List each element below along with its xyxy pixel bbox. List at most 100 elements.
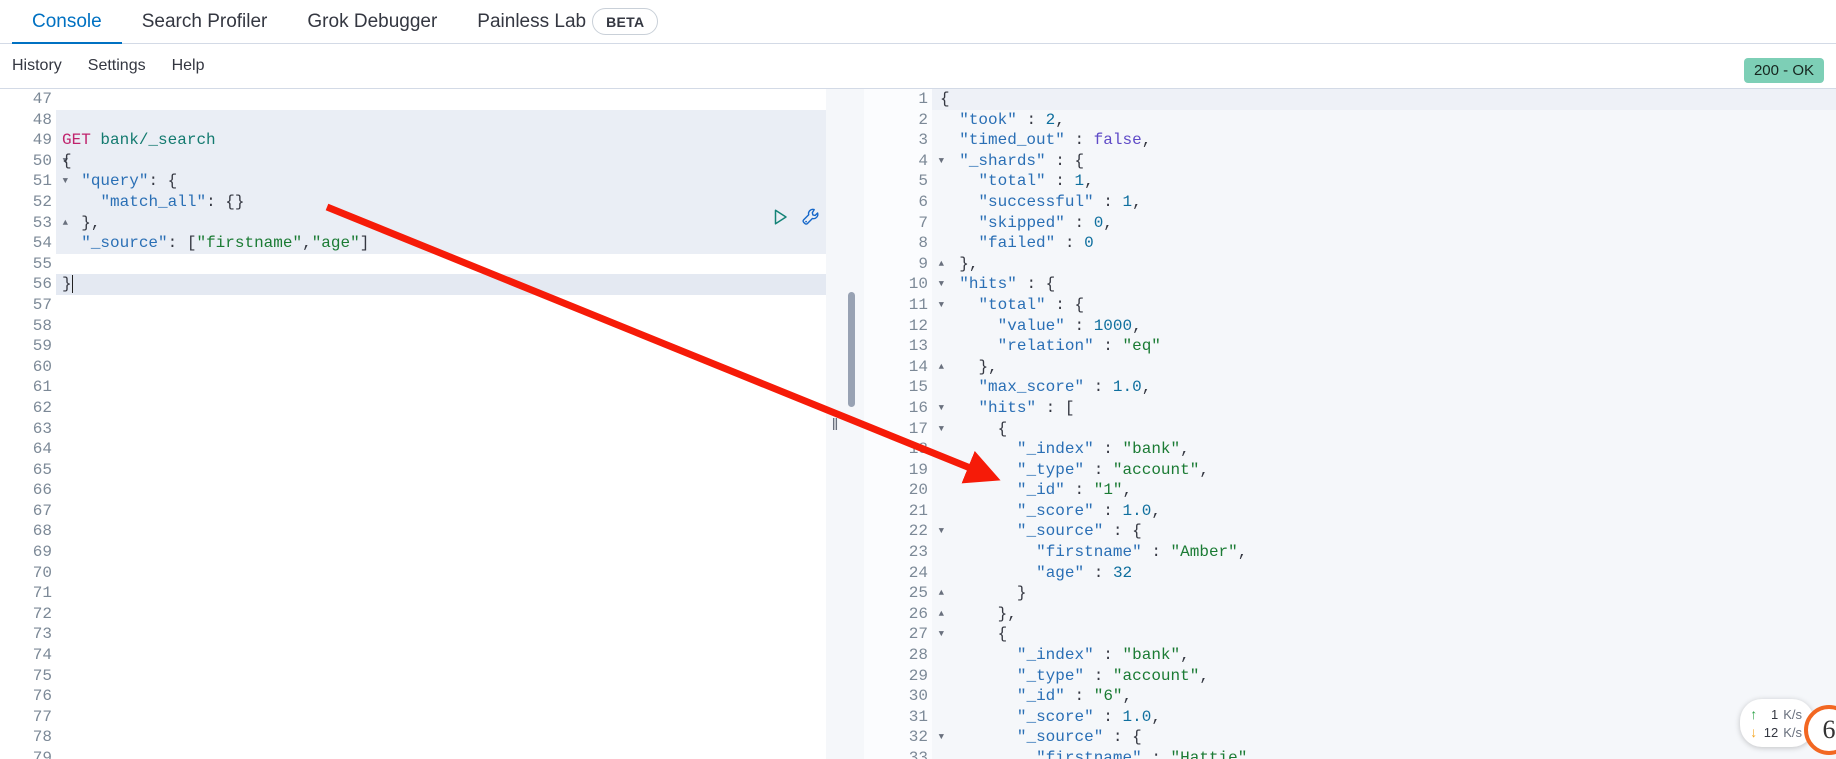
tab-grok-debugger[interactable]: Grok Debugger xyxy=(287,0,457,44)
line-number: 32 ▼ xyxy=(908,728,944,747)
code-line[interactable]: "age" : 32 xyxy=(932,563,1836,584)
line-number: 65 xyxy=(32,460,52,479)
code-line[interactable]: "_id" : "1", xyxy=(932,480,1836,501)
code-line[interactable]: }, xyxy=(932,357,1836,378)
play-icon[interactable] xyxy=(772,208,789,226)
console-panels: 47484950▼51▼5253▲545556▲5758596061626364… xyxy=(0,88,1836,759)
line-number: 57 xyxy=(32,295,52,314)
line-number: 29 xyxy=(908,666,928,685)
line-number: 31 xyxy=(908,707,928,726)
code-line[interactable]: "value" : 1000, xyxy=(932,316,1836,337)
code-line[interactable]: "timed_out" : false, xyxy=(932,130,1836,151)
code-line[interactable]: "_type" : "account", xyxy=(932,460,1836,481)
line-number: 21 xyxy=(908,501,928,520)
subnav-item-settings[interactable]: Settings xyxy=(88,57,146,75)
tab-console-label: Console xyxy=(32,10,102,32)
upload-value: 1 xyxy=(1770,706,1779,722)
code-line[interactable]: "skipped" : 0, xyxy=(932,213,1836,234)
code-line[interactable]: "firstname" : "Amber", xyxy=(932,542,1836,563)
line-number: 24 xyxy=(908,563,928,582)
line-number: 23 xyxy=(908,543,928,562)
code-line[interactable]: "_index" : "bank", xyxy=(932,439,1836,460)
download-value: 12 xyxy=(1763,724,1779,740)
line-number: 20 xyxy=(908,481,928,500)
line-number: 69 xyxy=(32,543,52,562)
response-scrollbar-thumb[interactable] xyxy=(848,292,855,407)
line-number: 22 ▼ xyxy=(908,522,944,541)
code-line[interactable]: "firstname" : "Hattie" xyxy=(932,748,1836,759)
code-line[interactable]: "hits" : { xyxy=(932,274,1836,295)
upload-arrow-icon: ↑ xyxy=(1750,706,1758,722)
code-line[interactable]: }, xyxy=(932,254,1836,275)
code-line[interactable]: "failed" : 0 xyxy=(932,233,1836,254)
kibana-dev-tools-console: Console Search Profiler Grok Debugger Pa… xyxy=(0,0,1836,759)
status-badge: 200 - OK xyxy=(1743,58,1824,83)
panel-resize-handle[interactable]: ‖ xyxy=(826,89,844,759)
code-line[interactable]: "_score" : 1.0, xyxy=(932,707,1836,728)
code-line[interactable]: "took" : 2, xyxy=(932,110,1836,131)
line-number: 71 xyxy=(32,584,52,603)
line-number: 66 xyxy=(32,481,52,500)
line-number: 53 ▲ xyxy=(32,213,68,232)
subnav-item-history[interactable]: History xyxy=(12,57,62,75)
subnav-item-help[interactable]: Help xyxy=(172,57,205,75)
line-number: 49 xyxy=(32,131,52,150)
code-line[interactable]: } xyxy=(932,583,1836,604)
code-line[interactable]: "successful" : 1, xyxy=(932,192,1836,213)
request-editor[interactable]: 47484950▼51▼5253▲545556▲5758596061626364… xyxy=(0,89,960,759)
resize-grip-icon: ‖ xyxy=(831,414,839,434)
line-number: 62 xyxy=(32,398,52,417)
response-code[interactable]: { "took" : 2, "timed_out" : false, "_sha… xyxy=(932,89,1836,759)
wrench-icon[interactable] xyxy=(801,207,821,227)
code-line[interactable]: "_shards" : { xyxy=(932,151,1836,172)
line-number: 63 xyxy=(32,419,52,438)
code-line[interactable]: "_index" : "bank", xyxy=(932,645,1836,666)
download-arrow-icon: ↓ xyxy=(1750,724,1758,740)
line-number: 15 xyxy=(908,378,928,397)
code-line[interactable]: "_id" : "6", xyxy=(932,686,1836,707)
line-number: 61 xyxy=(32,378,52,397)
line-number: 58 xyxy=(32,316,52,335)
code-line[interactable]: { xyxy=(932,419,1836,440)
beta-badge: BETA xyxy=(592,8,659,35)
request-actions xyxy=(772,207,821,227)
line-number: 47 xyxy=(32,90,52,108)
code-line[interactable]: "relation" : "eq" xyxy=(932,336,1836,357)
line-number: 30 xyxy=(908,687,928,706)
line-number: 25 ▲ xyxy=(908,584,944,603)
code-line[interactable]: { xyxy=(932,89,1836,110)
code-line[interactable]: "_type" : "account", xyxy=(932,666,1836,687)
line-number: 6 xyxy=(918,192,928,211)
line-number: 60 xyxy=(32,357,52,376)
line-number: 52 xyxy=(32,192,52,211)
tab-console[interactable]: Console xyxy=(12,0,122,45)
line-number: 9 ▲ xyxy=(918,254,944,273)
tab-painless-lab[interactable]: Painless Lab BETA xyxy=(457,0,678,44)
line-number: 55 xyxy=(32,254,52,273)
code-line[interactable]: "_source" : { xyxy=(932,727,1836,748)
line-number: 14 ▲ xyxy=(908,357,944,376)
tab-search-profiler[interactable]: Search Profiler xyxy=(122,0,288,44)
line-number: 74 xyxy=(32,646,52,665)
console-subnav: History Settings Help xyxy=(0,44,1836,88)
tab-painless-lab-label: Painless Lab xyxy=(477,10,587,32)
line-number: 28 xyxy=(908,646,928,665)
code-line[interactable]: "total" : 1, xyxy=(932,171,1836,192)
code-line[interactable]: }, xyxy=(932,604,1836,625)
tab-grok-debugger-label: Grok Debugger xyxy=(307,10,438,32)
code-line[interactable]: "total" : { xyxy=(932,295,1836,316)
code-line[interactable]: { xyxy=(932,624,1836,645)
line-number: 48 xyxy=(32,110,52,129)
response-scroll-track[interactable] xyxy=(844,89,858,759)
tab-search-profiler-label: Search Profiler xyxy=(141,10,268,32)
network-download-row: ↓ 12 K/s xyxy=(1750,724,1802,740)
code-line[interactable]: "max_score" : 1.0, xyxy=(932,377,1836,398)
line-number: 10 ▼ xyxy=(908,275,944,294)
line-number: 51 ▼ xyxy=(32,172,68,191)
code-line[interactable]: "hits" : [ xyxy=(932,398,1836,419)
code-line[interactable]: "_score" : 1.0, xyxy=(932,501,1836,522)
line-number: 56▲ xyxy=(32,275,68,294)
line-number: 79 xyxy=(32,749,52,759)
code-line[interactable]: "_source" : { xyxy=(932,521,1836,542)
response-viewer[interactable]: 1▼234▼56789▲10▼11▼121314▲1516▼17▼1819202… xyxy=(844,89,1836,759)
